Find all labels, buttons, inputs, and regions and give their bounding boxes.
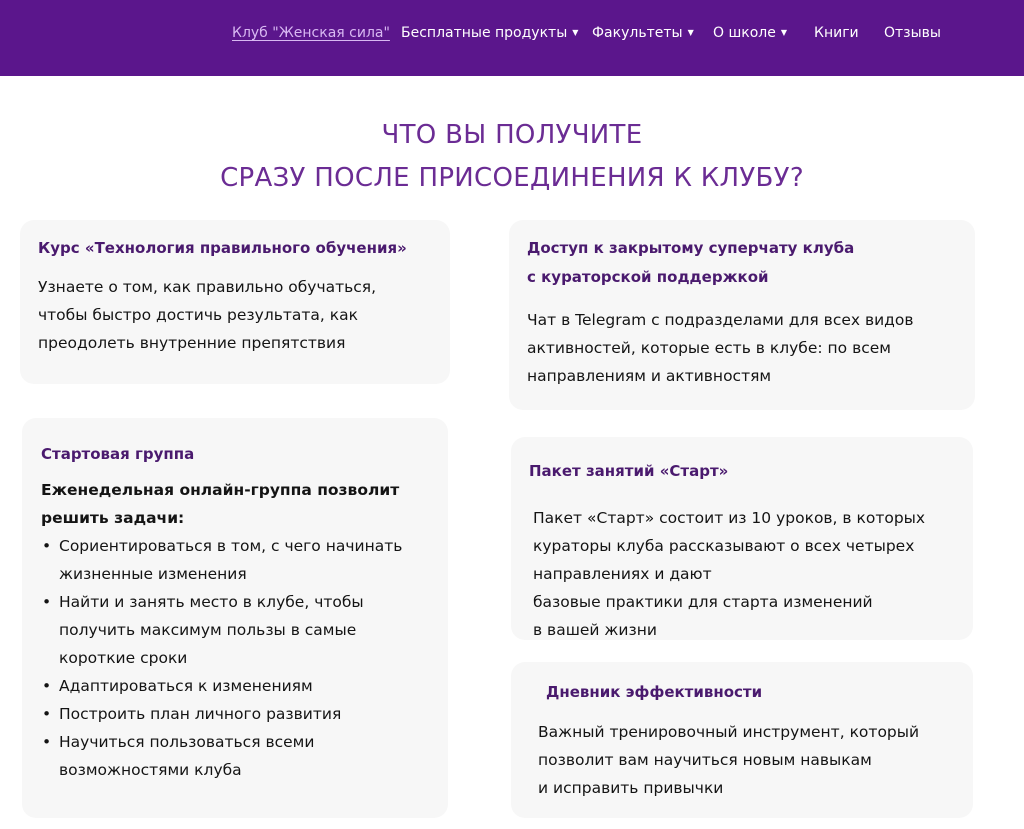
section-title-line-2: СРАЗУ ПОСЛЕ ПРИСОЕДИНЕНИЯ К КЛУБУ? bbox=[220, 163, 804, 193]
nav-label: О школе bbox=[713, 25, 776, 41]
card-start-pack-text-line: кураторы клуба рассказывают о всех четыр… bbox=[533, 537, 915, 555]
card-superchat-title-line: Доступ к закрытому суперчату клуба bbox=[527, 239, 855, 257]
bullet-item-line: Научиться пользоваться всеми bbox=[59, 733, 315, 751]
card-start-pack-title: Пакет занятий «Старт» bbox=[529, 462, 729, 480]
card-superchat: Доступ к закрытому суперчату клуба с кур… bbox=[509, 220, 975, 410]
card-superchat-text-line: активностей, которые есть в клубе: по вс… bbox=[527, 339, 891, 357]
card-start-group: Стартовая группа Еженедельная онлайн-гру… bbox=[22, 418, 448, 818]
bullet-item-line: короткие сроки bbox=[59, 649, 188, 667]
caret-down-icon: ▼ bbox=[687, 28, 694, 37]
card-course-text-line: чтобы быстро достичь результата, как bbox=[38, 306, 358, 324]
card-start-pack-text-line: базовые практики для старта изменений bbox=[533, 593, 873, 611]
card-efficiency-diary: Дневник эффективности Важный тренировочн… bbox=[511, 662, 973, 818]
bullet-item: Адаптироваться к изменениям bbox=[40, 672, 402, 700]
card-superchat-text-line: Чат в Telegram с подразделами для всех в… bbox=[527, 311, 914, 329]
card-course: Курс «Технология правильного обучения» У… bbox=[20, 220, 450, 384]
caret-down-icon: ▼ bbox=[780, 28, 788, 37]
card-superchat-text-line: направлениям и активностям bbox=[527, 367, 772, 385]
nav-label: Факультеты bbox=[592, 25, 683, 41]
card-course-title: Курс «Технология правильного обучения» bbox=[38, 239, 407, 257]
top-navigation-bar: Клуб "Женская сила" Бесплатные продукты ▼… bbox=[0, 0, 1024, 76]
nav-label: Бесплатные продукты bbox=[401, 25, 568, 41]
bullet-item-line: Адаптироваться к изменениям bbox=[59, 677, 313, 695]
nav-link-faculties[interactable]: Факультеты ▼ bbox=[592, 25, 694, 41]
nav-link-free-products[interactable]: Бесплатные продукты ▼ bbox=[401, 25, 578, 41]
card-course-text-line: Узнаете о том, как правильно обучаться, bbox=[38, 278, 377, 296]
bullet-item-line: жизненные изменения bbox=[59, 565, 247, 583]
bullet-item-line: Сориентироваться в том, с чего начинать bbox=[59, 537, 403, 555]
card-efficiency-diary-title: Дневник эффективности bbox=[546, 683, 763, 701]
bullet-item: Построить план личного развития bbox=[40, 700, 402, 728]
card-start-group-bullet-list: Сориентироваться в том, с чего начинать … bbox=[40, 532, 402, 784]
bullet-item: Научиться пользоваться всеми возможностя… bbox=[40, 728, 402, 784]
card-efficiency-diary-text-line: Важный тренировочный инструмент, который bbox=[538, 723, 920, 741]
card-start-group-intro-line: Еженедельная онлайн-группа позволит bbox=[41, 481, 400, 499]
bullet-item-line: Найти и занять место в клубе, чтобы bbox=[59, 593, 364, 611]
card-start-pack-text-line: Пакет «Старт» состоит из 10 уроков, в ко… bbox=[533, 509, 926, 527]
nav-link-about[interactable]: О школе ▼ bbox=[713, 25, 787, 41]
nav-link-books[interactable]: Книги bbox=[814, 25, 859, 41]
bullet-item-line: возможностями клуба bbox=[59, 761, 242, 779]
nav-link-reviews[interactable]: Отзывы bbox=[884, 25, 941, 41]
card-superchat-title-line: с кураторской поддержкой bbox=[527, 268, 769, 286]
bullet-item: Найти и занять место в клубе, чтобы полу… bbox=[40, 588, 402, 672]
bullet-item: Сориентироваться в том, с чего начинать … bbox=[40, 532, 402, 588]
caret-down-icon: ▼ bbox=[572, 28, 579, 37]
card-efficiency-diary-text-line: позволит вам научиться новым навыкам bbox=[538, 751, 872, 769]
card-start-pack-text-line: в вашей жизни bbox=[533, 621, 657, 639]
card-course-text-line: преодолеть внутренние препятствия bbox=[38, 334, 346, 352]
bullet-item-line: Построить план личного развития bbox=[59, 705, 342, 723]
card-start-group-title: Стартовая группа bbox=[41, 445, 195, 463]
nav-link-club[interactable]: Клуб "Женская сила" bbox=[232, 25, 390, 41]
card-start-pack-text-line: направлениях и дают bbox=[533, 565, 712, 583]
card-start-pack: Пакет занятий «Старт» Пакет «Старт» сост… bbox=[511, 437, 973, 640]
bullet-item-line: получить максимум пользы в самые bbox=[59, 621, 357, 639]
section-title-line-1: ЧТО ВЫ ПОЛУЧИТЕ bbox=[381, 120, 643, 150]
card-efficiency-diary-text-line: и исправить привычки bbox=[538, 779, 724, 797]
card-start-group-intro-line: решить задачи: bbox=[41, 509, 185, 527]
